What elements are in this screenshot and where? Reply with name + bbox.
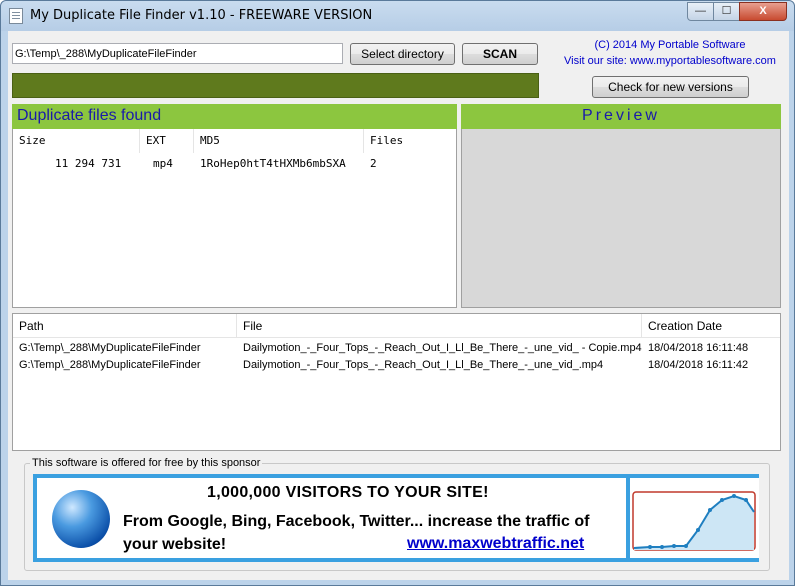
copyright-text: (C) 2014 My Portable Software (594, 39, 746, 51)
files-count-cell: 2 (370, 157, 377, 170)
window-title: My Duplicate File Finder v1.10 - FREEWAR… (30, 8, 373, 23)
files-list[interactable]: Path File Creation Date G:\Temp\_288\MyD… (12, 313, 781, 451)
ext-cell: mp4 (153, 157, 173, 170)
select-directory-button[interactable]: Select directory (350, 43, 455, 65)
maximize-button[interactable]: ☐ (713, 2, 740, 21)
preview-header: Preview (461, 104, 781, 129)
app-document-icon (9, 8, 23, 24)
md5-cell: 1RoHep0htT4tHXMb6mbSXA (200, 157, 346, 170)
title-bar[interactable]: My Duplicate File Finder v1.10 - FREEWAR… (1, 1, 794, 31)
traffic-chart-graphic (632, 491, 756, 551)
scan-button[interactable]: SCAN (462, 43, 538, 65)
duplicates-header: Duplicate files found (12, 104, 457, 129)
file-cell: Dailymotion_-_Four_Tops_-_Reach_Out_I_Ll… (243, 342, 642, 354)
path-cell: G:\Temp\_288\MyDuplicateFileFinder (19, 359, 201, 371)
directory-path-input[interactable] (12, 43, 343, 64)
copyright-block: (C) 2014 My Portable Software Visit our … (560, 37, 780, 69)
check-versions-button[interactable]: Check for new versions (592, 76, 749, 98)
close-button[interactable]: X (739, 2, 787, 21)
minimize-button[interactable]: — (687, 2, 714, 21)
ad-headline: 1,000,000 VISITORS TO YOUR SITE! (207, 484, 489, 501)
file-cell: Dailymotion_-_Four_Tops_-_Reach_Out_I_Ll… (243, 359, 604, 371)
sponsor-banner[interactable]: 1,000,000 VISITORS TO YOUR SITE! From Go… (33, 474, 759, 562)
ad-link[interactable]: www.maxwebtraffic.net (407, 535, 584, 553)
column-size[interactable]: Size (13, 129, 140, 153)
website-link[interactable]: Visit our site: www.myportablesoftware.c… (560, 53, 780, 69)
size-cell: 11 294 731 (55, 157, 122, 170)
sponsor-label: This software is offered for free by thi… (30, 457, 263, 469)
preview-pane (461, 129, 781, 308)
scan-progress-bar (12, 73, 539, 98)
column-files[interactable]: Files (364, 129, 456, 153)
duplicates-list[interactable]: Size EXT MD5 Files 11 294 731 mp4 1RoHep… (12, 129, 457, 308)
column-creation-date[interactable]: Creation Date (642, 314, 780, 338)
date-cell: 18/04/2018 16:11:48 (648, 342, 749, 354)
path-cell: G:\Temp\_288\MyDuplicateFileFinder (19, 342, 201, 354)
column-md5[interactable]: MD5 (194, 129, 364, 153)
globe-icon (52, 490, 110, 548)
column-path[interactable]: Path (13, 314, 237, 338)
date-cell: 18/04/2018 16:11:42 (648, 359, 749, 371)
ad-chart-image (626, 478, 759, 558)
column-file[interactable]: File (237, 314, 642, 338)
column-ext[interactable]: EXT (140, 129, 194, 153)
